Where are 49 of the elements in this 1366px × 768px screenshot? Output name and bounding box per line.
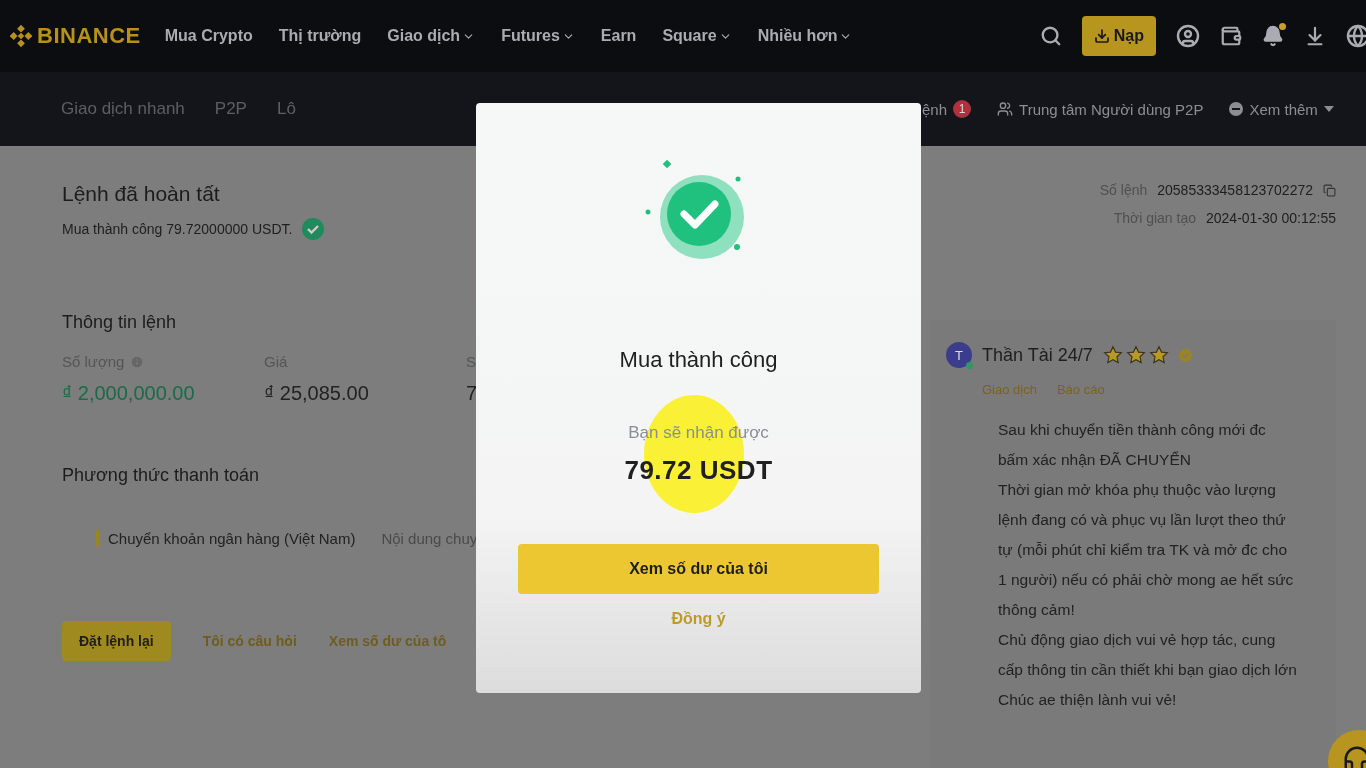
page-title: Lệnh đã hoàn tất <box>62 182 221 206</box>
field-value: 7 <box>466 382 476 405</box>
field-value: ₫ 2,000,000.00 <box>62 382 196 405</box>
download-icon <box>1093 28 1110 44</box>
check-icon <box>302 218 325 240</box>
count-badge: 1 <box>953 100 972 118</box>
subnav-link[interactable]: P2P <box>214 99 247 119</box>
view-balance-button[interactable]: Xem số dư của tôi <box>518 544 879 594</box>
star-icon <box>1125 345 1146 365</box>
users-icon <box>997 101 1014 117</box>
nav-link[interactable]: Square <box>662 27 732 45</box>
status-text: Mua thành công 79.72000000 USDT. <box>62 221 293 237</box>
globe-icon[interactable] <box>1346 24 1366 48</box>
nav-link[interactable]: Mua Crypto <box>164 27 253 45</box>
section-title: Phương thức thanh toán <box>62 465 261 486</box>
dialog-title: Mua thành công <box>619 347 778 373</box>
seller-message: Chúc ae thiện lành vui vẻ! <box>998 690 1178 710</box>
nav-link[interactable]: Nhiều hơn <box>757 27 853 45</box>
section-title: Thông tin lệnh <box>62 312 178 333</box>
field-value: ₫ 25,085.00 <box>264 382 370 405</box>
subnav-link[interactable]: Giao dịch nhanh <box>61 99 185 119</box>
wallet-icon[interactable] <box>1220 25 1242 47</box>
created-time: 2024-01-30 00:12:55 <box>1206 210 1336 226</box>
payment-method: Chuyển khoản ngân hàng (Việt Nam) <box>96 530 356 547</box>
user-icon[interactable] <box>1176 24 1200 48</box>
copy-icon[interactable] <box>1323 183 1336 197</box>
subnav-link[interactable]: Trung tâm Người dùng P2P <box>997 100 1204 118</box>
nav-link[interactable]: Earn <box>600 27 637 45</box>
star-icon <box>1148 345 1169 365</box>
seller-message: Sau khi chuyển tiền thành công mới đc bấm xác nhận ĐÃ CHUYỂN <box>998 420 1267 470</box>
deposit-button[interactable]: Nạp <box>1081 16 1156 56</box>
bell-icon[interactable] <box>1262 25 1284 47</box>
caret-icon <box>1323 106 1334 112</box>
binance-logo[interactable]: BINANCE <box>10 23 141 49</box>
seller-message: Chủ động giao dịch vui vẻ hợp tác, cung cấp thông tin cần thiết khi bạn giao dịch lớn <box>998 630 1298 680</box>
seller-name: Thần Tài 24/7 <box>982 344 1093 366</box>
subnav-link[interactable]: ệnh 1 <box>922 100 972 118</box>
reorder-button[interactable]: Đặt lệnh lại <box>62 621 171 661</box>
more-icon <box>1229 102 1244 116</box>
avatar: T <box>946 342 972 368</box>
nav-link[interactable]: Giao dịch <box>387 27 476 45</box>
star-icon <box>1102 345 1123 365</box>
nav-link[interactable]: Futures <box>501 27 575 45</box>
subnav-link[interactable]: Lô <box>276 99 296 119</box>
seller-message: Thời gian mở khóa phụ thuộc vào lượng lệnh đang có và phục vụ lần lượt theo thứ tự (mỗi phút chỉ kiểm tra TK và mở đc cho 1 người) nếu có phải chờ mong ae hết sức thông cảm! <box>998 480 1295 620</box>
subnav-link[interactable]: Xem thêm <box>1229 100 1334 118</box>
search-icon[interactable] <box>1039 25 1062 47</box>
order-number: 20585333458123702272 <box>1157 182 1313 198</box>
nav-link[interactable]: Thị trường <box>278 27 362 45</box>
